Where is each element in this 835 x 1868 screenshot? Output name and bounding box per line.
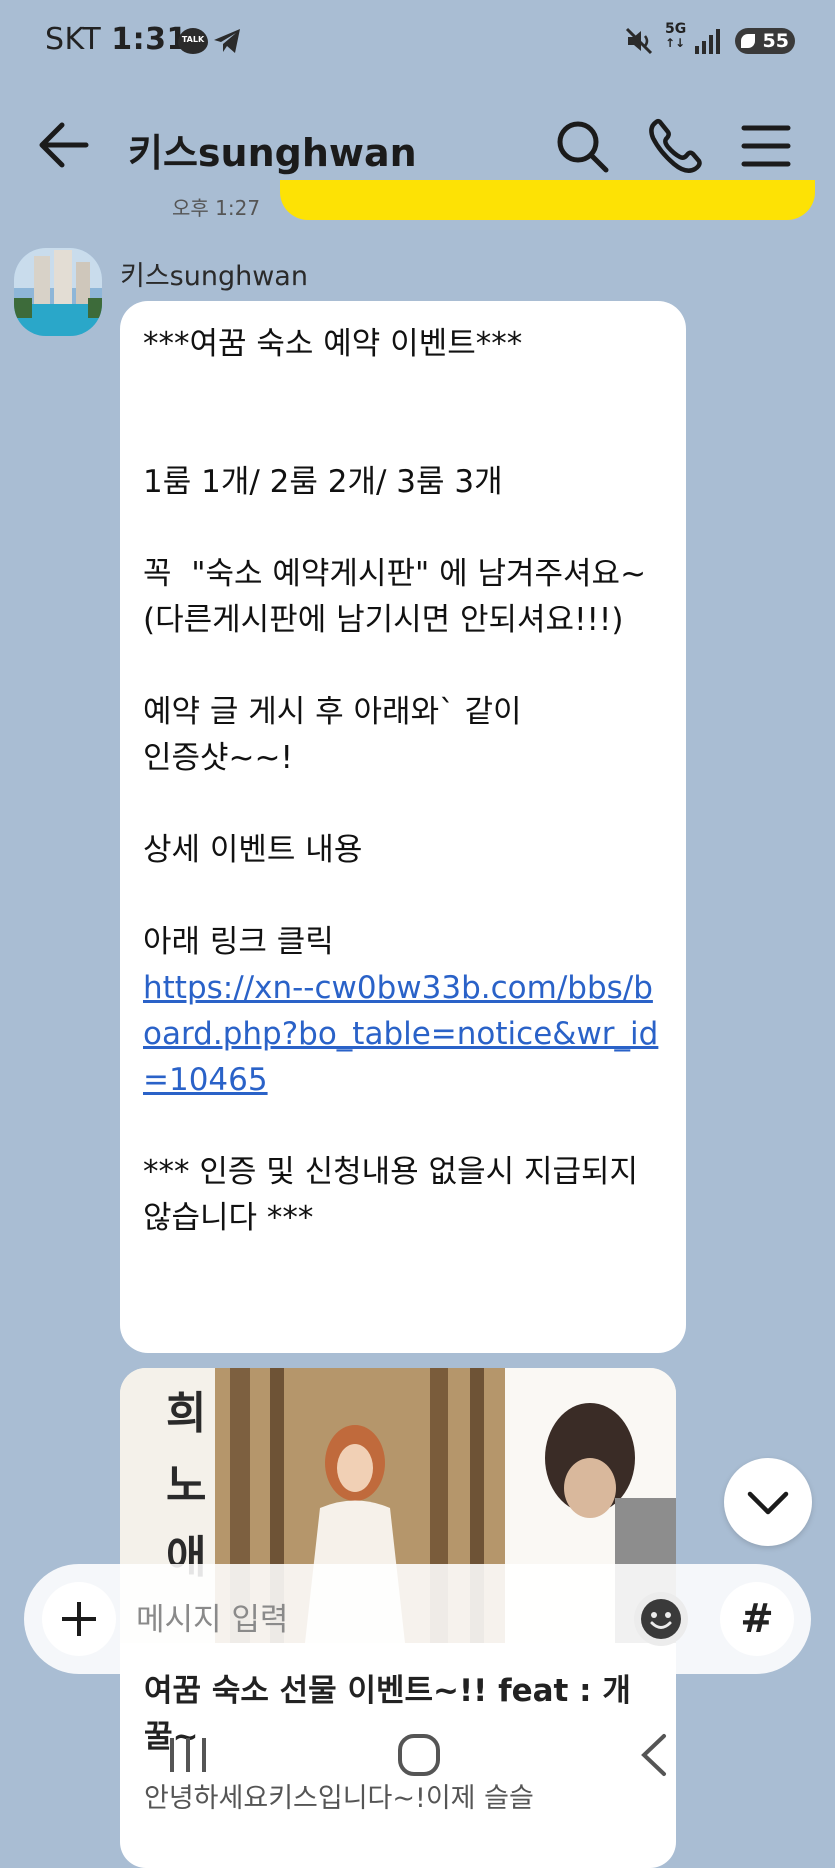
- arrow-left-icon[interactable]: [36, 120, 92, 170]
- chevron-down-icon: [747, 1491, 789, 1515]
- telegram-notification-icon: [214, 29, 240, 53]
- signal-icon: [695, 29, 720, 54]
- home-icon[interactable]: [390, 1730, 450, 1780]
- carrier-label: SKT: [45, 22, 102, 57]
- message-text-footer: *** 인증 및 신청내용 없을시 지급되지 않습니다 ***: [143, 1154, 639, 1236]
- chat-header: 키스sunghwan: [0, 100, 835, 190]
- scroll-to-bottom-button[interactable]: [724, 1458, 812, 1546]
- status-bar: SKT 1:31 TALK 5G ↑↓ 55: [0, 0, 835, 84]
- system-back-icon[interactable]: [624, 1730, 684, 1780]
- emoticon-button[interactable]: [634, 1592, 688, 1646]
- status-carrier-time: SKT 1:31: [45, 22, 188, 57]
- search-icon[interactable]: [554, 118, 610, 174]
- received-message-bubble[interactable]: ***여꿈 숙소 예약 이벤트*** 1룸 1개/ 2룸 2개/ 3룸 3개 꼭…: [120, 301, 686, 1353]
- previous-sent-bubble[interactable]: [280, 180, 815, 220]
- network-5g-icon: 5G ↑↓: [665, 21, 687, 50]
- message-input[interactable]: [134, 1594, 538, 1646]
- add-attachment-button[interactable]: [42, 1582, 116, 1656]
- kakaotalk-notification-icon: TALK: [178, 28, 208, 54]
- system-navigation-bar: [0, 1700, 835, 1809]
- message-link[interactable]: https://xn--cw0bw33b.com/bbs/board.php?b…: [143, 965, 664, 1103]
- link-preview-image-caption: 희노애: [166, 1388, 207, 1583]
- avatar[interactable]: [14, 248, 102, 336]
- sender-name: 키스sunghwan: [120, 261, 308, 292]
- hamburger-menu-icon[interactable]: [738, 118, 794, 174]
- chat-title[interactable]: 키스sunghwan: [128, 122, 417, 177]
- message-input-bar: #: [24, 1564, 811, 1674]
- battery-indicator: 55: [735, 28, 795, 54]
- message-text: ***여꿈 숙소 예약 이벤트*** 1룸 1개/ 2룸 2개/ 3룸 3개 꼭…: [143, 326, 647, 960]
- recent-apps-icon[interactable]: [158, 1730, 218, 1780]
- hashtag-search-button[interactable]: #: [720, 1582, 794, 1656]
- clock: 1:31: [111, 22, 188, 57]
- phone-icon[interactable]: [646, 118, 702, 174]
- mute-icon: [625, 27, 653, 55]
- previous-message-time: 오후 1:27: [172, 196, 261, 220]
- plus-icon: [62, 1602, 96, 1636]
- emoji-icon: [641, 1599, 681, 1639]
- avatar-image: [14, 248, 102, 336]
